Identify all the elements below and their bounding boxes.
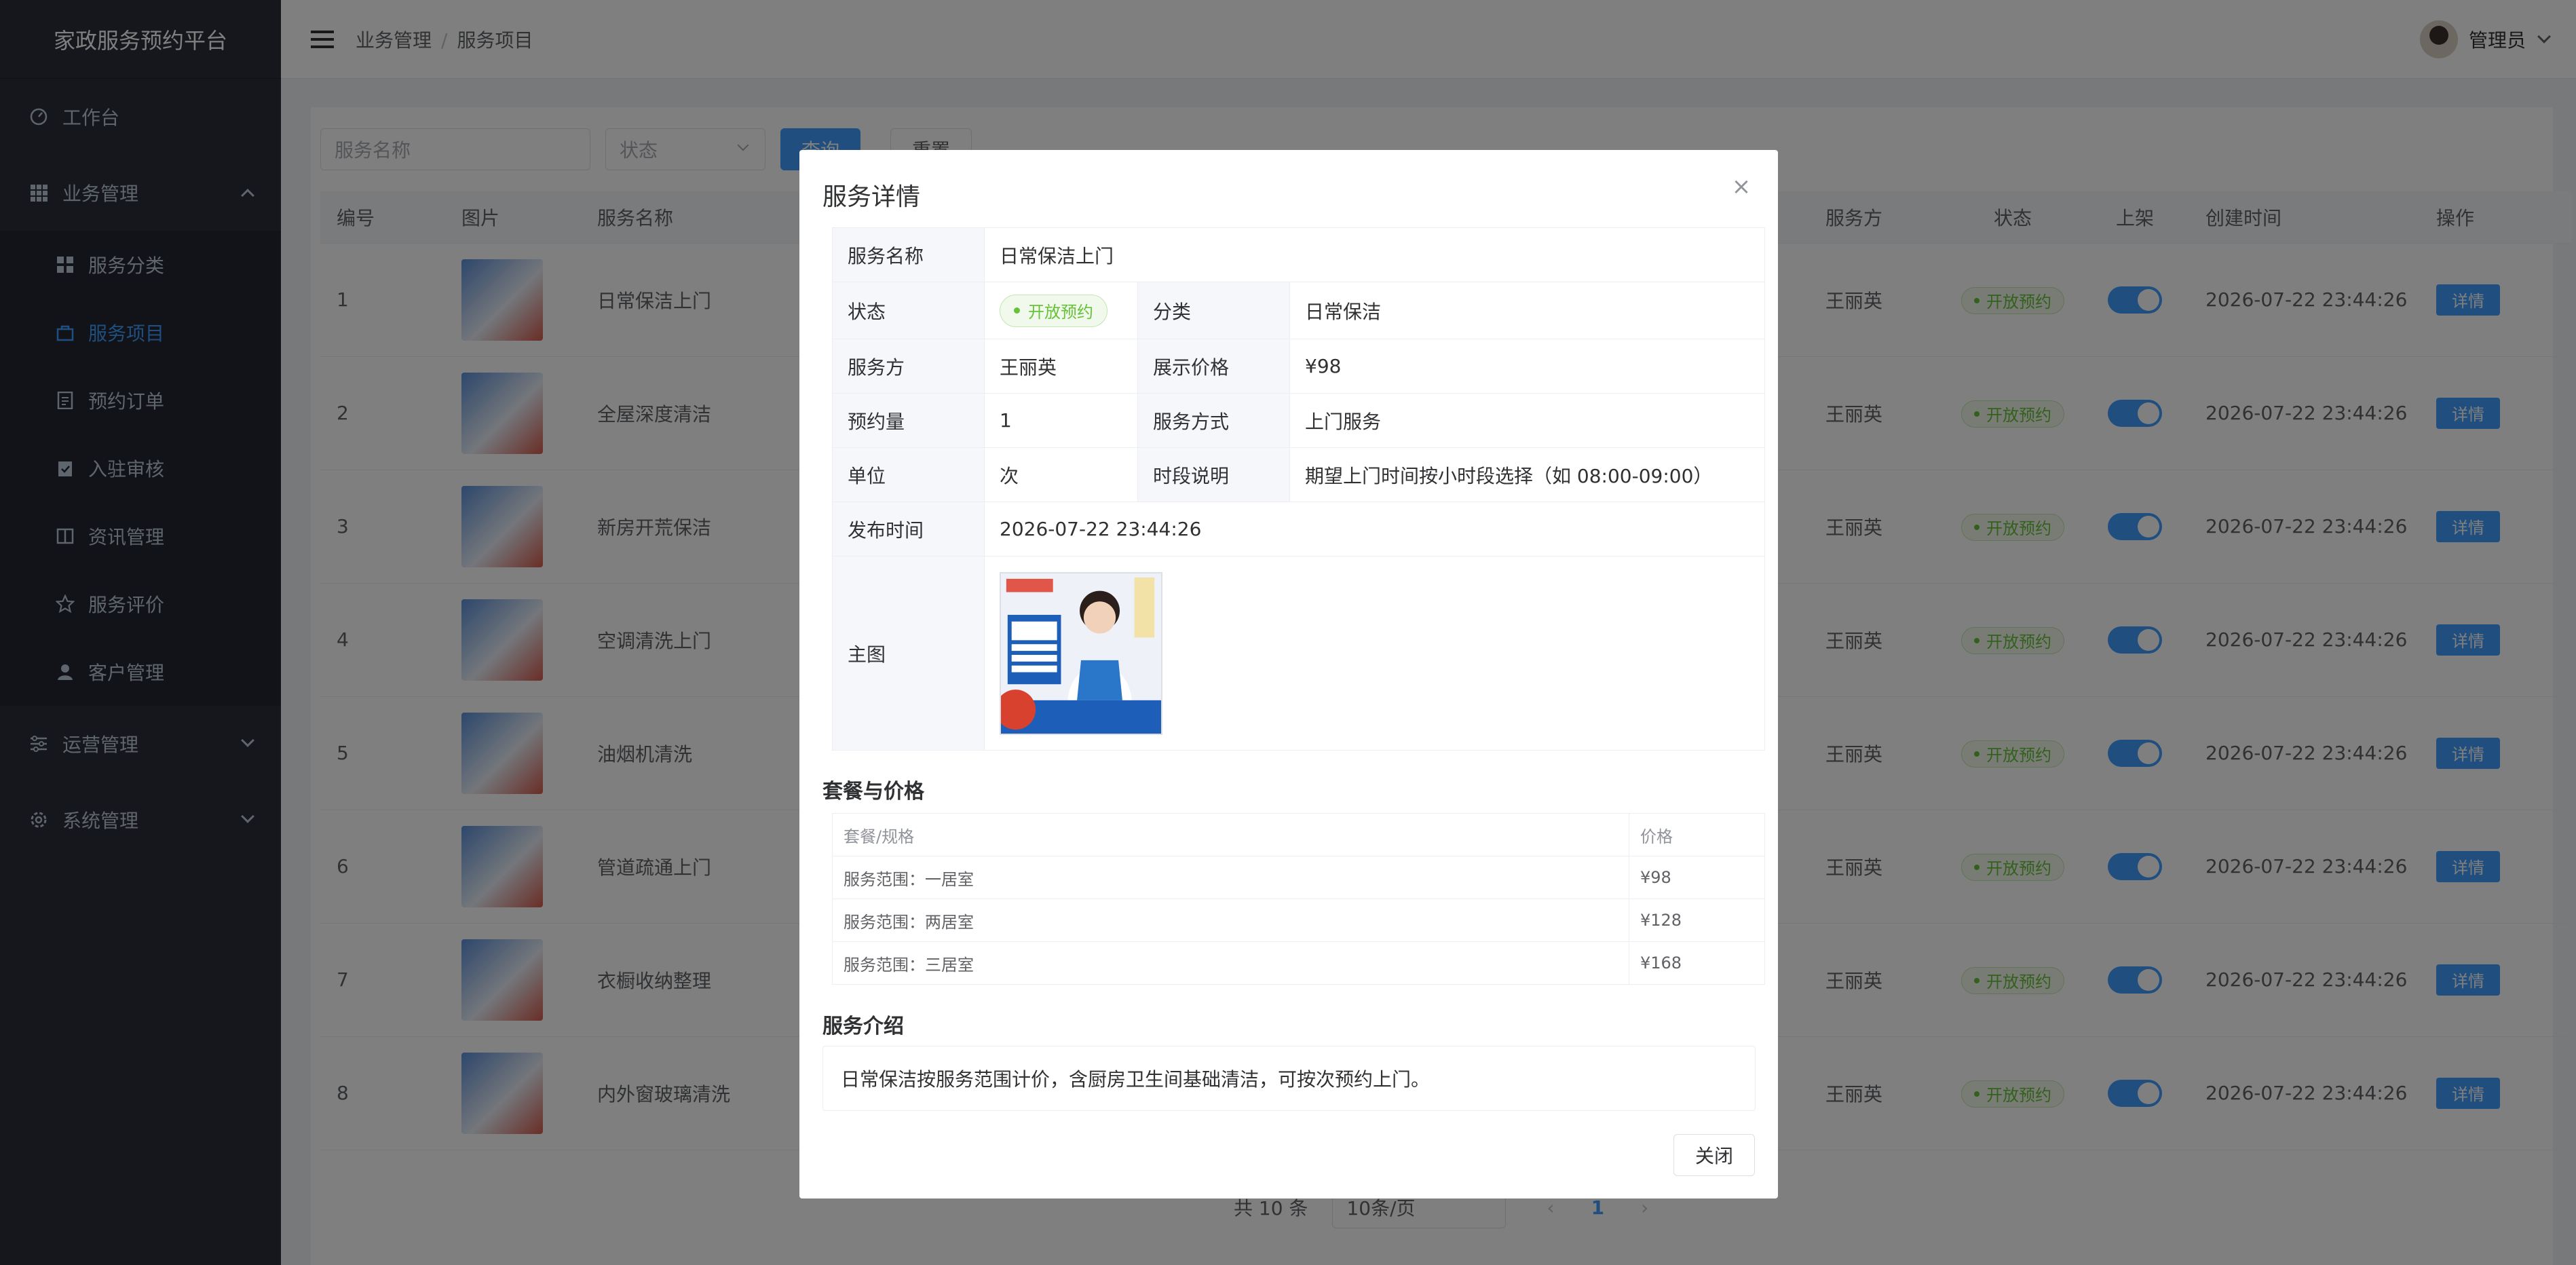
service-mode-value: 上门服务 — [1289, 393, 1765, 448]
close-button[interactable]: 关闭 — [1673, 1134, 1755, 1176]
time-slot-value: 期望上门时间按小时段选择（如 08:00-09:00） — [1289, 447, 1765, 502]
field-label: 时段说明 — [1137, 447, 1290, 502]
provider-value: 王丽英 — [984, 339, 1138, 394]
package-price: ¥128 — [1629, 899, 1765, 942]
field-label: 服务名称 — [832, 227, 985, 282]
field-label: 单位 — [832, 447, 985, 502]
package-price: ¥98 — [1629, 856, 1765, 899]
column-header: 价格 — [1629, 813, 1765, 856]
close-icon[interactable]: × — [1728, 173, 1755, 200]
field-label: 分类 — [1137, 282, 1290, 339]
field-label: 发布时间 — [832, 502, 985, 556]
packages-section-title: 套餐与价格 — [822, 780, 924, 804]
package-spec: 服务范围：一居室 — [832, 856, 1629, 899]
field-label: 服务方式 — [1137, 393, 1290, 448]
field-label: 展示价格 — [1137, 339, 1290, 394]
package-spec: 服务范围：两居室 — [832, 899, 1629, 942]
packages-table: 套餐/规格 价格 服务范围：一居室 ¥98 服务范围：两居室 ¥128 服务范围… — [832, 813, 1765, 985]
category-value: 日常保洁 — [1289, 282, 1765, 339]
detail-descriptions: 服务名称 日常保洁上门 状态 开放预约 分类 日常保洁 服务方 王丽英 展示价格… — [832, 227, 1765, 751]
service-name-value: 日常保洁上门 — [984, 227, 1765, 282]
intro-section-title: 服务介绍 — [822, 1015, 904, 1038]
service-intro: 日常保洁按服务范围计价，含厨房卫生间基础清洁，可按次预约上门。 — [822, 1046, 1756, 1111]
price-value: ¥98 — [1289, 339, 1765, 394]
package-price: ¥168 — [1629, 941, 1765, 985]
column-header: 套餐/规格 — [832, 813, 1629, 856]
unit-value: 次 — [984, 447, 1138, 502]
field-label: 主图 — [832, 556, 985, 751]
field-label: 状态 — [832, 282, 985, 339]
service-photo-icon — [1001, 573, 1161, 734]
table-header-row: 套餐/规格 价格 — [832, 813, 1765, 856]
field-label: 预约量 — [832, 393, 985, 448]
status-badge: 开放预约 — [1000, 294, 1107, 327]
service-main-image[interactable] — [1000, 571, 1162, 735]
bookings-value: 1 — [984, 393, 1138, 448]
published-value: 2026-07-22 23:44:26 — [984, 502, 1765, 556]
package-spec: 服务范围：三居室 — [832, 941, 1629, 985]
dialog-title: 服务详情 — [822, 183, 921, 211]
service-detail-dialog: 服务详情 × 服务名称 日常保洁上门 状态 开放预约 分类 日常保洁 服务方 王… — [799, 150, 1778, 1198]
table-row: 服务范围：一居室 ¥98 — [832, 856, 1765, 899]
table-row: 服务范围：两居室 ¥128 — [832, 899, 1765, 942]
table-row: 服务范围：三居室 ¥168 — [832, 941, 1765, 985]
field-label: 服务方 — [832, 339, 985, 394]
